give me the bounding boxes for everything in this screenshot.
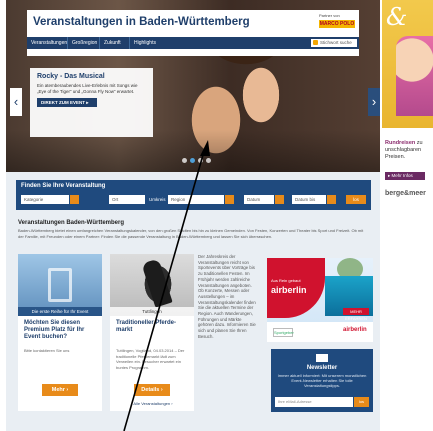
date-to-calendar-icon[interactable] — [327, 195, 336, 204]
date-to-input[interactable]: Datum bis — [292, 195, 326, 204]
event-card-title[interactable]: Möchten Sie diesen Premium Platz für Ihr… — [24, 320, 98, 341]
hero-description: Ein atemberaubendes Live-Erlebnis mit So… — [37, 83, 138, 94]
partner-label: Partner von — [319, 13, 340, 18]
site-title[interactable]: Veranstaltungen in Baden-Württemberg — [33, 16, 250, 28]
event-card-tag: Die erste Reihe für Ihr Event — [18, 307, 102, 316]
side-ad-text: Rundreisen zu unschlagbaren Preisen. — [385, 140, 433, 161]
event-card-image[interactable]: Die erste Reihe für Ihr Event — [18, 254, 102, 316]
event-card-premium[interactable]: Die erste Reihe für Ihr Event Möchten Si… — [18, 254, 102, 411]
airberlin-ad-footer: Sportgeber airberlin — [267, 322, 373, 342]
newsletter-submit-button[interactable]: los — [354, 397, 369, 407]
direct-to-event-button[interactable]: DIREKT ZUM EVENT ▸ — [37, 98, 97, 107]
person-image — [396, 36, 433, 116]
umkreis-label: Umkreis — [149, 197, 166, 202]
date-from-input[interactable]: Datum — [244, 195, 274, 204]
more-button[interactable]: Mehr › — [42, 384, 78, 396]
event-card-subtitle: Bitte kontaktieren Sie uns — [24, 348, 70, 353]
nav-item-highlights[interactable]: Highlights — [129, 37, 156, 49]
location-input[interactable]: Ort — [109, 195, 145, 204]
main-content: Veranstaltungen in Baden-Württemberg Par… — [6, 0, 380, 431]
category-select[interactable]: Kategorie — [21, 195, 69, 204]
envelope-icon — [316, 354, 328, 362]
sponsor-logo: Sportgeber — [273, 328, 294, 337]
ampersand-logo: & — [386, 3, 408, 31]
newsletter-email-input[interactable]: Ihre eMail-Adresse — [275, 397, 353, 407]
finder-title: Finden Sie Ihre Veranstaltung — [21, 183, 106, 189]
main-nav: Veranstaltungen Großregion Zukunft Highl… — [27, 37, 359, 49]
partner-logo[interactable]: MARCO POLO — [319, 20, 355, 28]
event-finder: Finden Sie Ihre Veranstaltung Kategorie … — [16, 180, 371, 210]
chair-icon — [48, 268, 72, 302]
event-card-image[interactable]: Tuttlingen — [110, 254, 194, 316]
browser-viewport: Veranstaltungen in Baden-Württemberg Par… — [0, 0, 433, 431]
hero-slider[interactable]: Veranstaltungen in Baden-Württemberg Par… — [6, 0, 380, 172]
event-card-title[interactable]: Traditioneller Pferde-markt — [116, 320, 190, 334]
category-chevron-down-icon[interactable] — [70, 195, 79, 204]
slider-prev-icon[interactable]: ‹ — [10, 88, 22, 116]
slider-dot-active[interactable] — [190, 158, 195, 163]
details-button[interactable]: Details › — [134, 384, 170, 396]
airberlin-ad-slogan: Aus Rein gebaut — [271, 278, 301, 283]
newsletter-description: Immer aktuell informiert: Mit unserem mo… — [277, 373, 367, 388]
side-ad-more-button[interactable]: ▸ Mehr Infos — [385, 172, 425, 180]
description-column: Der Jahreskreis der Veranstaltungen reic… — [198, 254, 256, 339]
airberlin-ad-banner: Aus Rein gebaut airberlin — [267, 258, 325, 318]
airberlin-more-button[interactable]: MEHR ERFAHREN — [343, 308, 369, 321]
event-card-tag: Tuttlingen — [110, 307, 194, 316]
hero-info-box: Rocky - Das Musical Ein atemberaubendes … — [30, 68, 153, 137]
hero-title: Rocky - Das Musical — [37, 73, 105, 80]
side-ad[interactable]: & Rundreisen zu unschlagbaren Preisen. ▸… — [382, 0, 433, 431]
site-header: Veranstaltungen in Baden-Württemberg Par… — [27, 10, 359, 56]
horse-image — [141, 258, 173, 308]
slider-dot[interactable] — [198, 158, 203, 163]
airberlin-logo: airberlin — [271, 285, 307, 295]
search-icon[interactable] — [313, 40, 318, 45]
slider-next-icon[interactable]: › — [368, 88, 380, 116]
airberlin-footer-logo: airberlin — [343, 327, 367, 333]
intro-heading: Veranstaltungen Baden-Württemberg — [18, 220, 125, 226]
nav-item-veranstaltungen[interactable]: Veranstaltungen — [31, 37, 67, 49]
newsletter-box: Newsletter Immer aktuell informiert: Mit… — [271, 349, 373, 412]
region-chevron-down-icon[interactable] — [225, 195, 234, 204]
finder-submit-button[interactable]: los — [346, 195, 366, 204]
side-ad-brand: berge&meer — [385, 190, 426, 197]
slider-dot[interactable] — [182, 158, 187, 163]
event-card-pferdemarkt[interactable]: Tuttlingen Traditioneller Pferde-markt T… — [110, 254, 194, 411]
nav-item-grossregion[interactable]: Großregion — [67, 37, 97, 49]
date-from-calendar-icon[interactable] — [275, 195, 284, 204]
nav-item-zukunft[interactable]: Zukunft — [99, 37, 121, 49]
region-select[interactable]: Region — [168, 195, 224, 204]
slider-dot[interactable] — [206, 158, 211, 163]
all-events-link[interactable]: Alle Veranstaltungen › — [116, 401, 190, 406]
newsletter-title: Newsletter — [306, 365, 338, 371]
side-ad-highlight: Rundreisen — [385, 140, 416, 146]
event-card-subtitle: Tuttlingen, Vogtland, 04.03.2014 – Der t… — [116, 348, 185, 370]
side-ad-image[interactable]: & — [382, 0, 433, 128]
intro-text: Baden-Württemberg bietet einen umfangrei… — [18, 228, 364, 239]
search-placeholder: Stichwort suche — [320, 40, 352, 45]
airberlin-ad[interactable]: Aus Rein gebaut airberlin MEHR ERFAHREN … — [267, 258, 373, 342]
slider-dots — [182, 158, 212, 164]
